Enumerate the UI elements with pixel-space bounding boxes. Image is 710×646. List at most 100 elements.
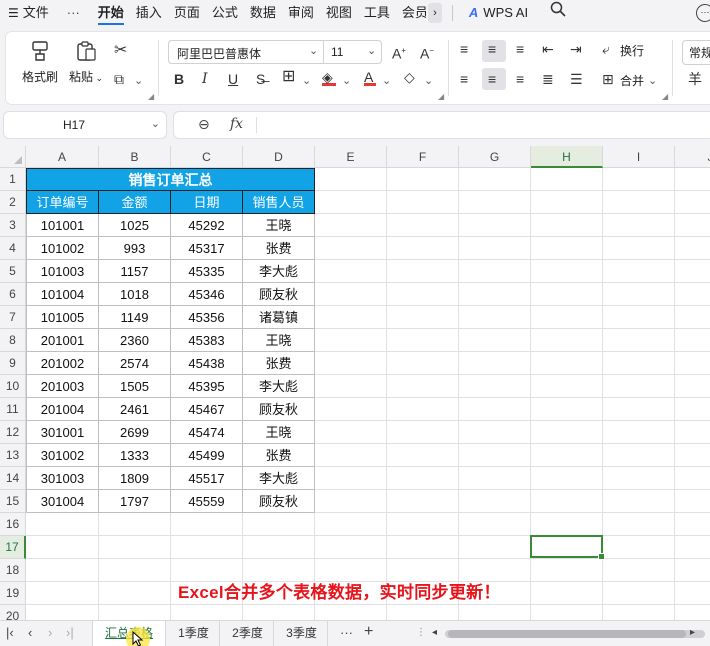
table-cell[interactable]: 1797 — [99, 490, 171, 513]
row-header-12[interactable]: 12 — [0, 421, 26, 444]
table-cell[interactable]: 45346 — [171, 283, 243, 306]
table-cell[interactable]: 201004 — [26, 398, 99, 421]
row-header-20[interactable]: 20 — [0, 605, 26, 620]
table-cell[interactable]: 45438 — [171, 352, 243, 375]
chevron-down-icon[interactable]: ⌄ — [367, 44, 376, 57]
bold-button[interactable]: B — [174, 70, 184, 88]
format-painter-button[interactable]: 格式刷 — [20, 40, 60, 85]
strikethrough-icon[interactable]: S̶ — [256, 70, 265, 88]
active-cell-selection[interactable] — [530, 535, 605, 560]
decrease-font-icon[interactable]: A− — [420, 42, 434, 63]
align-middle-icon[interactable]: ≡ — [488, 40, 496, 58]
table-cell[interactable]: 45474 — [171, 421, 243, 444]
clear-format-icon[interactable]: ◇ — [404, 68, 415, 86]
increase-font-icon[interactable]: A+ — [392, 42, 406, 63]
table-cell[interactable]: 张费 — [243, 444, 315, 467]
align-top-icon[interactable]: ≡ — [460, 40, 468, 58]
table-cell[interactable]: 45499 — [171, 444, 243, 467]
add-sheet-button[interactable]: + — [364, 623, 373, 641]
formula-input[interactable]: ⊖ fx — [174, 112, 710, 138]
row-header-1[interactable]: 1 — [0, 168, 26, 191]
column-header-a[interactable]: A — [26, 146, 99, 168]
column-header-f[interactable]: F — [387, 146, 459, 168]
font-color-dropdown-icon[interactable]: ⌄ — [382, 72, 391, 90]
row-header-15[interactable]: 15 — [0, 490, 26, 513]
menu-item-formula[interactable]: 公式 — [206, 0, 244, 26]
border-icon[interactable]: ⊞ — [282, 68, 295, 86]
chevron-right-icon[interactable]: › — [427, 3, 442, 23]
wrap-text-button[interactable]: 换行 — [620, 42, 644, 59]
name-box[interactable]: H17 ⌄ — [4, 112, 166, 138]
table-cell[interactable]: 2574 — [99, 352, 171, 375]
row-header-14[interactable]: 14 — [0, 467, 26, 490]
table-cell[interactable]: 101002 — [26, 237, 99, 260]
first-sheet-icon[interactable]: |‹ — [6, 625, 14, 640]
table-cell[interactable]: 2699 — [99, 421, 171, 444]
menu-item-tools[interactable]: 工具 — [358, 0, 396, 26]
row-header-7[interactable]: 7 — [0, 306, 26, 329]
fill-color-icon[interactable]: ◈ — [322, 68, 336, 86]
menu-item-home[interactable]: 开始 — [92, 0, 130, 26]
menu-item-insert[interactable]: 插入 — [130, 0, 168, 26]
row-header-13[interactable]: 13 — [0, 444, 26, 467]
table-cell[interactable]: 301004 — [26, 490, 99, 513]
row-header-18[interactable]: 18 — [0, 559, 26, 582]
column-header-j[interactable]: J — [675, 146, 710, 168]
table-cell[interactable]: 王晓 — [243, 214, 315, 237]
table-cell[interactable]: 王晓 — [243, 421, 315, 444]
align-left-icon[interactable]: ≡ — [460, 70, 468, 88]
column-header-d[interactable]: D — [243, 146, 315, 168]
table-cell[interactable]: 1333 — [99, 444, 171, 467]
table-cell[interactable]: 张费 — [243, 237, 315, 260]
justify-icon[interactable]: ≣ — [542, 70, 554, 88]
row-header-11[interactable]: 11 — [0, 398, 26, 421]
copy-dropdown-icon[interactable]: ⌄ — [134, 72, 143, 90]
table-header-cell[interactable]: 日期 — [171, 191, 243, 214]
row-header-4[interactable]: 4 — [0, 237, 26, 260]
table-cell[interactable]: 45467 — [171, 398, 243, 421]
table-header-cell[interactable]: 金额 — [99, 191, 171, 214]
number-format-selector[interactable]: 常规 — [682, 40, 710, 65]
table-cell[interactable]: 45356 — [171, 306, 243, 329]
clipboard-expand-icon[interactable]: ◢ — [148, 92, 154, 101]
column-header-i[interactable]: I — [603, 146, 675, 168]
row-header-17[interactable]: 17 — [0, 536, 26, 559]
row-header-3[interactable]: 3 — [0, 214, 26, 237]
chevron-down-icon[interactable]: ⌄ — [151, 117, 160, 130]
table-cell[interactable]: 101004 — [26, 283, 99, 306]
menu-item-page[interactable]: 页面 — [168, 0, 206, 26]
row-header-2[interactable]: 2 — [0, 191, 26, 214]
file-menu[interactable]: ☰ 文件 — [0, 0, 55, 26]
merge-cells-button[interactable]: 合并 — [620, 72, 644, 89]
table-cell[interactable]: 101003 — [26, 260, 99, 283]
table-cell[interactable]: 101005 — [26, 306, 99, 329]
table-cell[interactable]: 李大彪 — [243, 467, 315, 490]
clear-dropdown-icon[interactable]: ⌄ — [424, 72, 433, 90]
italic-button[interactable]: I — [202, 70, 208, 88]
merge-dropdown-icon[interactable]: ⌄ — [648, 72, 657, 90]
table-cell[interactable]: 王晓 — [243, 329, 315, 352]
chevron-down-icon[interactable]: ⌄ — [309, 44, 318, 57]
font-color-icon[interactable]: A — [364, 68, 376, 86]
table-cell[interactable]: 301003 — [26, 467, 99, 490]
scroll-right-icon[interactable]: ▸ — [690, 627, 695, 638]
table-cell[interactable]: 李大彪 — [243, 375, 315, 398]
last-sheet-icon[interactable]: ›| — [66, 625, 74, 640]
sheet-tab-q2[interactable]: 2季度 — [222, 621, 274, 646]
column-header-h[interactable]: H — [531, 146, 603, 168]
table-cell[interactable]: 张费 — [243, 352, 315, 375]
search-icon[interactable] — [544, 0, 572, 26]
merge-cells-icon[interactable]: ⊞ — [602, 70, 614, 88]
spreadsheet-grid[interactable]: ABCDEFGHIJ 12345678910111213141516171819… — [0, 146, 710, 620]
table-cell[interactable]: 1025 — [99, 214, 171, 237]
fill-dropdown-icon[interactable]: ⌄ — [342, 72, 351, 90]
table-cell[interactable]: 45317 — [171, 237, 243, 260]
align-center-icon[interactable]: ≡ — [488, 70, 496, 88]
wrap-text-icon[interactable]: ⤶ — [602, 40, 610, 58]
table-cell[interactable]: 顾友秋 — [243, 490, 315, 513]
menu-item-review[interactable]: 审阅 — [282, 0, 320, 26]
wps-ai-button[interactable]: A WPS AI — [463, 0, 534, 26]
copy-icon[interactable]: ⧉ — [114, 70, 124, 88]
table-cell[interactable]: 993 — [99, 237, 171, 260]
border-dropdown-icon[interactable]: ⌄ — [302, 72, 311, 90]
